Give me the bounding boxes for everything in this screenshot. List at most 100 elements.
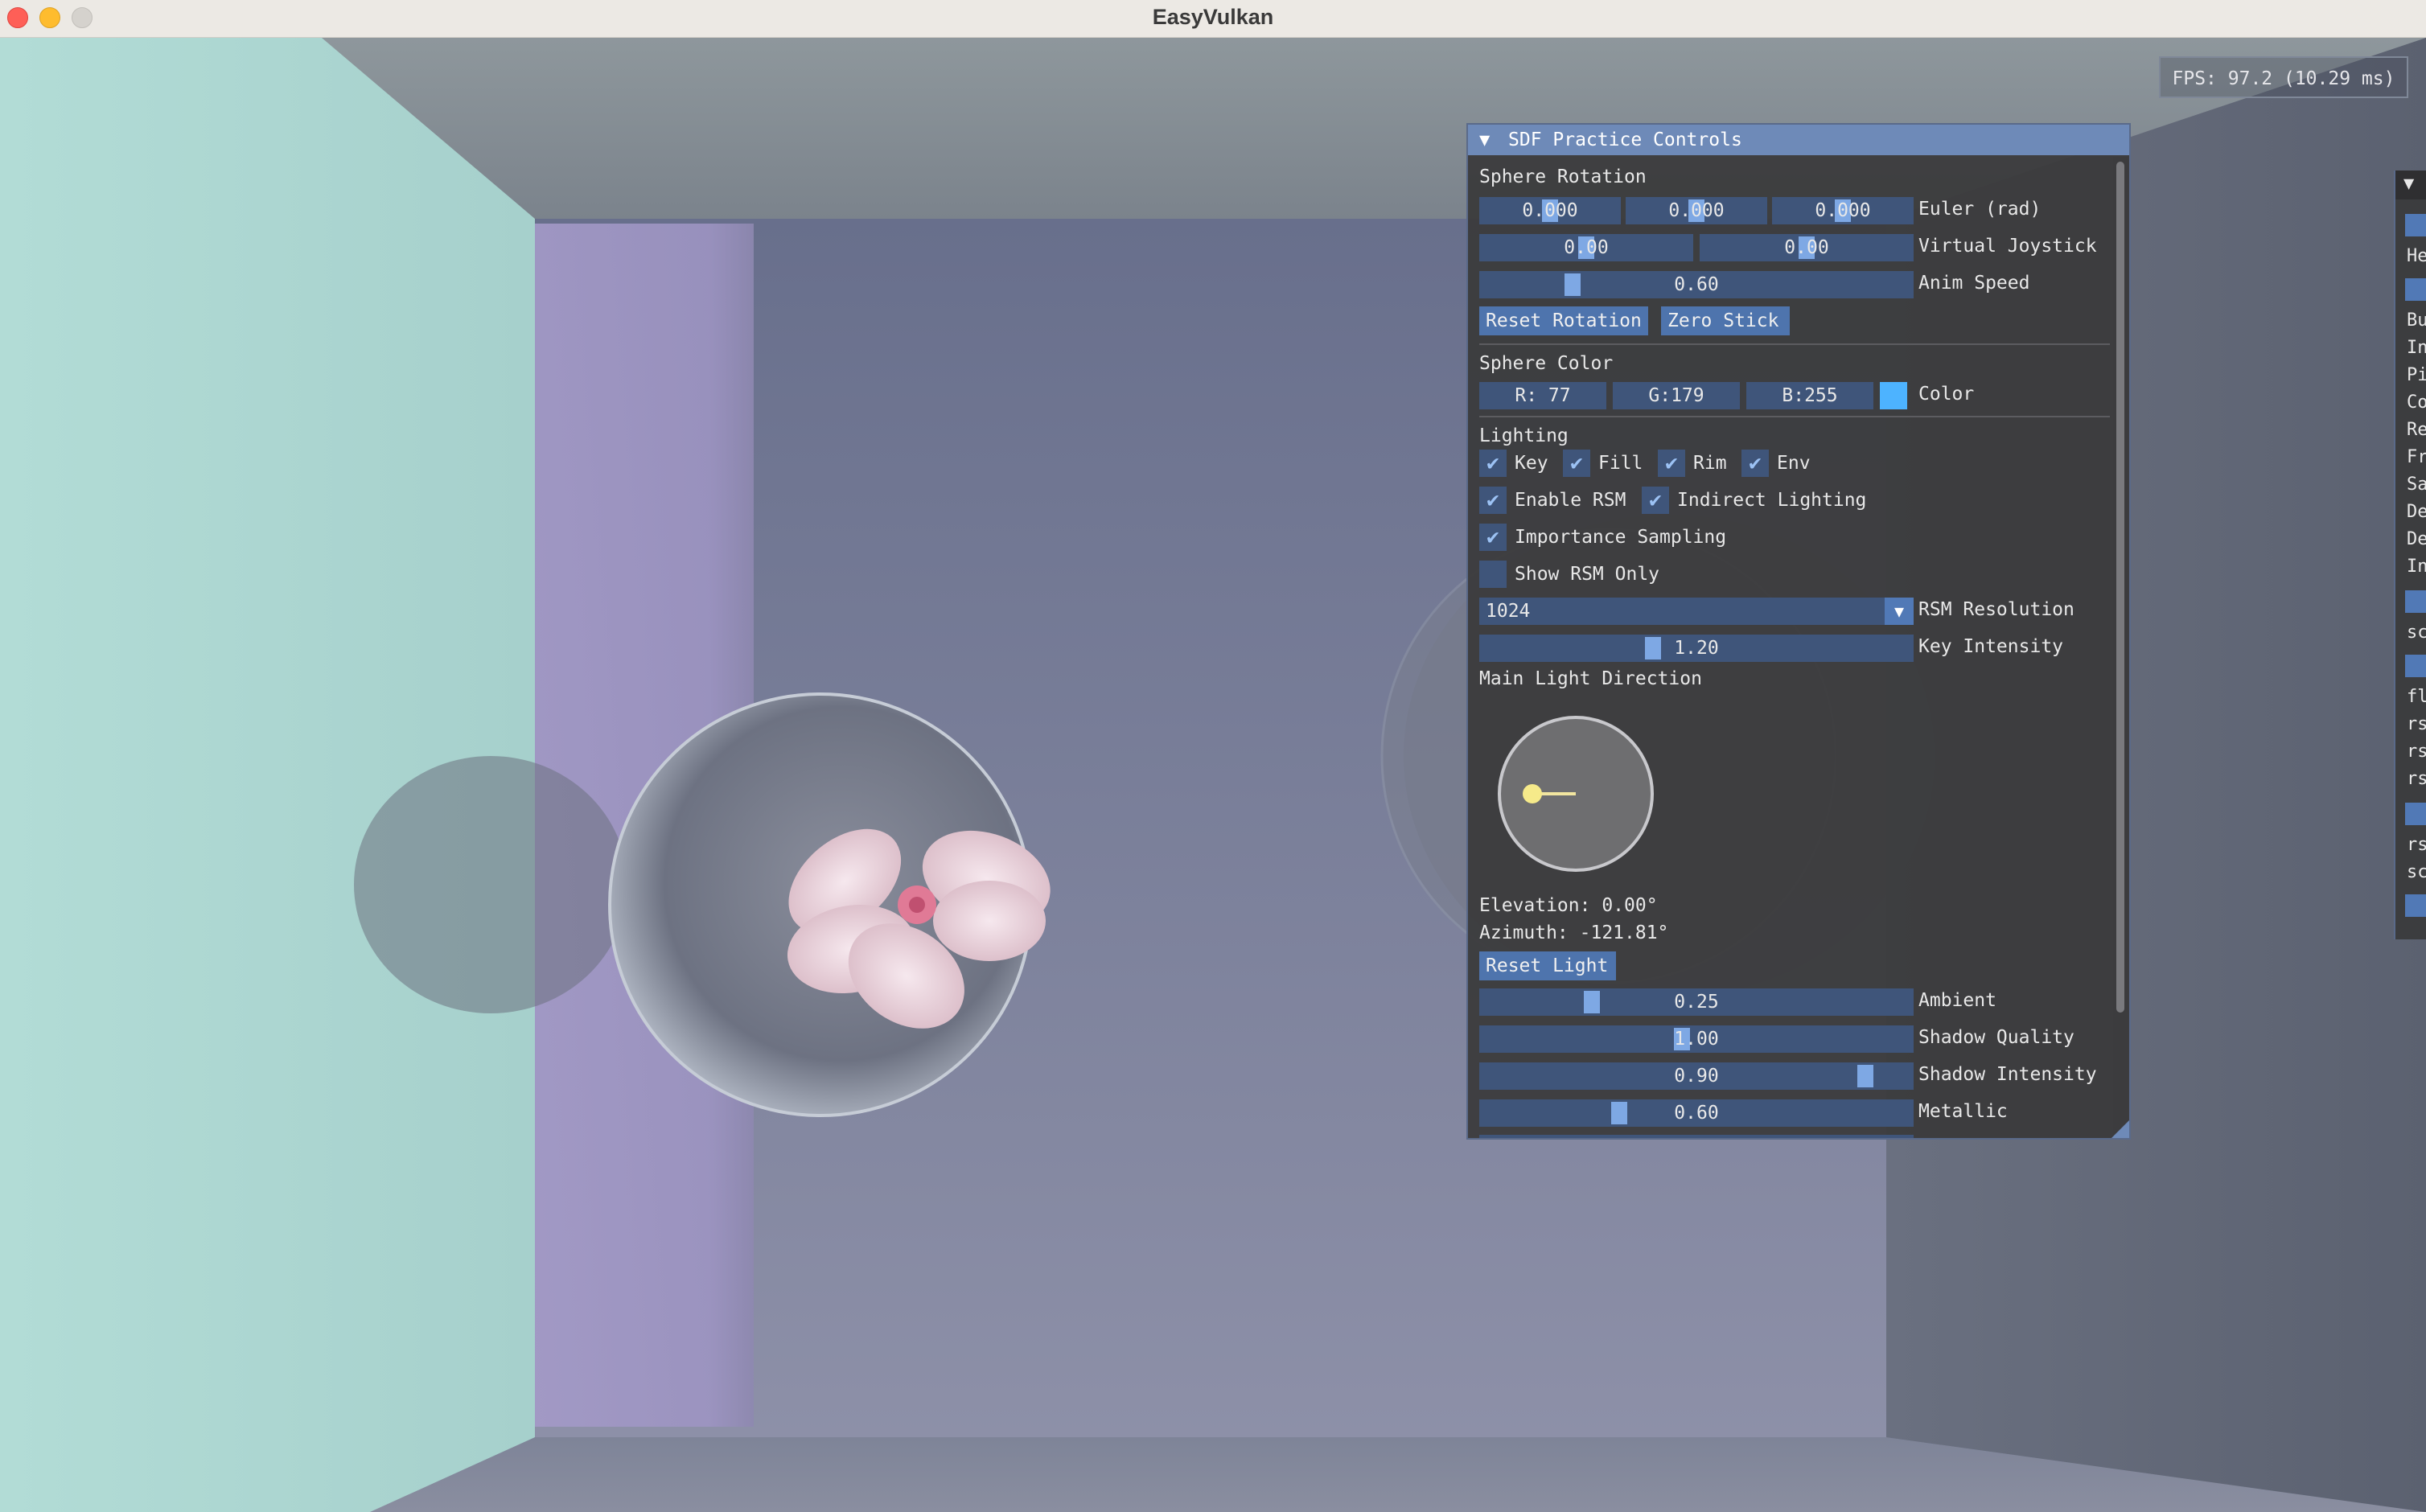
color-swatch[interactable] <box>1880 382 1907 409</box>
euler-x-value: 0.000 <box>1522 200 1578 221</box>
secondary-panel-clipped[interactable]: ▼ He Bu In Pi Co Re Fr Sa De De In sc fl… <box>2394 171 2426 939</box>
importance-sampling-label: Importance Sampling <box>1515 527 1727 548</box>
list-item: He <box>2407 246 2426 266</box>
euler-z-slider[interactable]: 0.000 <box>1772 197 1914 224</box>
joystick-y-value: 0.00 <box>1784 237 1829 258</box>
collapsed-section[interactable] <box>2405 803 2426 825</box>
list-item: rs <box>2407 835 2426 855</box>
panel-title-bar[interactable]: ▼ SDF Practice Controls <box>1468 125 2129 155</box>
collapsed-section[interactable] <box>2405 590 2426 613</box>
euler-y-value: 0.000 <box>1668 200 1725 221</box>
list-item: rs <box>2407 714 2426 734</box>
metallic-slider[interactable]: 0.60 <box>1479 1099 1914 1127</box>
list-item: fl <box>2407 687 2426 707</box>
sdf-controls-panel[interactable]: ▼ SDF Practice Controls Sphere Rotation … <box>1466 123 2131 1140</box>
color-b-field[interactable]: B:255 <box>1746 382 1873 409</box>
list-item: sc <box>2407 862 2426 882</box>
fps-counter: FPS: 97.2 (10.29 ms) <box>2159 56 2408 98</box>
shadow-intensity-slider[interactable]: 0.90 <box>1479 1062 1914 1090</box>
panel-scrollbar[interactable] <box>2113 157 2128 1138</box>
collapsed-section[interactable] <box>2405 894 2426 917</box>
env-checkbox[interactable]: ✔ <box>1741 450 1769 477</box>
euler-y-slider[interactable]: 0.000 <box>1626 197 1767 224</box>
list-item: In <box>2407 557 2426 577</box>
ambient-value: 0.25 <box>1674 992 1719 1013</box>
joystick-x-slider[interactable]: 0.00 <box>1479 234 1693 261</box>
rsm-resolution-value: 1024 <box>1486 601 1531 622</box>
reset-light-button[interactable]: Reset Light <box>1479 951 1616 980</box>
anim-speed-value: 0.60 <box>1674 274 1719 295</box>
shadow-quality-value: 1.00 <box>1674 1029 1719 1050</box>
color-label: Color <box>1918 384 1975 405</box>
secondary-panel-header[interactable]: ▼ <box>2395 171 2426 199</box>
light-direction-gizmo[interactable] <box>1495 713 1656 874</box>
env-checkbox-label: Env <box>1777 453 1811 474</box>
color-g-value: G:179 <box>1648 385 1704 406</box>
list-item: Re <box>2407 420 2426 440</box>
slider-grab[interactable] <box>1565 273 1581 296</box>
slider-grab[interactable] <box>1857 1065 1873 1087</box>
list-item: sc <box>2407 622 2426 643</box>
main-light-direction-header: Main Light Direction <box>1479 668 1702 689</box>
scrollbar-thumb[interactable] <box>2116 162 2124 1013</box>
key-checkbox-label: Key <box>1515 453 1548 474</box>
shadow-quality-label: Shadow Quality <box>1918 1027 2074 1048</box>
clipped-slider[interactable] <box>1479 1135 1914 1138</box>
window-title: EasyVulkan <box>1152 5 1274 29</box>
slider-grab[interactable] <box>1645 637 1661 659</box>
collapsed-section[interactable] <box>2405 214 2426 236</box>
list-item: Co <box>2407 392 2426 413</box>
euler-x-slider[interactable]: 0.000 <box>1479 197 1621 224</box>
resize-grip[interactable] <box>2111 1120 2129 1138</box>
color-r-value: R: 77 <box>1515 385 1571 406</box>
list-item: Pi <box>2407 365 2426 385</box>
title-bar: EasyVulkan <box>0 0 2426 38</box>
fill-checkbox[interactable]: ✔ <box>1563 450 1590 477</box>
azimuth-readout: Azimuth: -121.81° <box>1479 922 1669 943</box>
metallic-label: Metallic <box>1918 1101 2008 1122</box>
ambient-slider[interactable]: 0.25 <box>1479 988 1914 1016</box>
collapse-triangle-icon[interactable]: ▼ <box>1479 130 1490 150</box>
list-item: rs <box>2407 769 2426 789</box>
shadow-quality-slider[interactable]: 1.00 <box>1479 1025 1914 1053</box>
importance-sampling-checkbox[interactable]: ✔ <box>1479 524 1507 551</box>
separator <box>1479 416 2110 417</box>
reset-rotation-button[interactable]: Reset Rotation <box>1479 306 1648 335</box>
lighting-header: Lighting <box>1479 425 1569 446</box>
key-checkbox[interactable]: ✔ <box>1479 450 1507 477</box>
shadow-intensity-label: Shadow Intensity <box>1918 1064 2097 1085</box>
list-item: Bu <box>2407 310 2426 331</box>
joystick-y-slider[interactable]: 0.00 <box>1700 234 1914 261</box>
anim-speed-slider[interactable]: 0.60 <box>1479 271 1914 298</box>
key-intensity-slider[interactable]: 1.20 <box>1479 635 1914 662</box>
joystick-label: Virtual Joystick <box>1918 236 2097 257</box>
zero-stick-button[interactable]: Zero Stick <box>1661 306 1790 335</box>
slider-grab[interactable] <box>1611 1102 1627 1124</box>
rsm-resolution-label: RSM Resolution <box>1918 599 2074 620</box>
list-item: Fr <box>2407 447 2426 467</box>
enable-rsm-checkbox[interactable]: ✔ <box>1479 487 1507 514</box>
rim-checkbox-label: Rim <box>1693 453 1727 474</box>
list-item: De <box>2407 529 2426 549</box>
show-rsm-only-label: Show RSM Only <box>1515 564 1660 585</box>
enable-rsm-label: Enable RSM <box>1515 490 1626 511</box>
show-rsm-only-checkbox[interactable] <box>1479 561 1507 588</box>
euler-z-value: 0.000 <box>1815 200 1871 221</box>
color-g-field[interactable]: G:179 <box>1613 382 1740 409</box>
rim-checkbox[interactable]: ✔ <box>1658 450 1685 477</box>
collapsed-section[interactable] <box>2405 278 2426 301</box>
slider-grab[interactable] <box>1584 991 1600 1013</box>
list-item: In <box>2407 338 2426 358</box>
chevron-down-icon[interactable]: ▼ <box>1885 598 1914 625</box>
panel-title: SDF Practice Controls <box>1508 129 1742 150</box>
shadow-intensity-value: 0.90 <box>1674 1066 1719 1087</box>
anim-speed-label: Anim Speed <box>1918 273 2030 294</box>
joystick-x-value: 0.00 <box>1564 237 1609 258</box>
collapsed-section[interactable] <box>2405 655 2426 677</box>
elevation-readout: Elevation: 0.00° <box>1479 895 1658 916</box>
rsm-resolution-combo[interactable]: 1024 ▼ <box>1479 598 1914 625</box>
indirect-lighting-checkbox[interactable]: ✔ <box>1642 487 1669 514</box>
collapse-triangle-icon[interactable]: ▼ <box>2403 174 2414 194</box>
list-item: De <box>2407 502 2426 522</box>
color-r-field[interactable]: R: 77 <box>1479 382 1606 409</box>
